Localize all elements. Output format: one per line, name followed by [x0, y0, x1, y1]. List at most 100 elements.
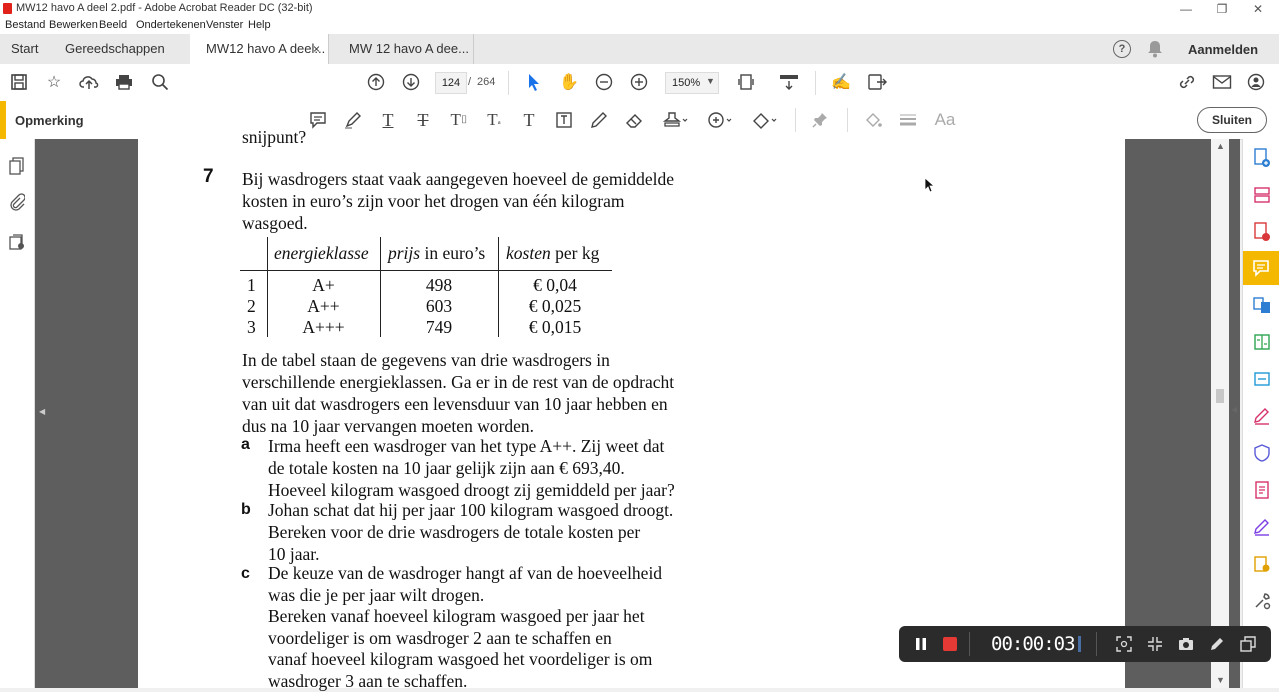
chevron-down-icon: ▼: [706, 76, 715, 86]
protect-shield-icon[interactable]: [1251, 442, 1273, 464]
compare-files-icon[interactable]: [1251, 331, 1273, 353]
scrollbar-thumb[interactable]: [1216, 389, 1224, 403]
next-page-icon[interactable]: [400, 71, 422, 93]
text-properties-icon[interactable]: Aa: [932, 109, 958, 131]
zoom-out-icon[interactable]: [593, 71, 615, 93]
minimize-widget-icon[interactable]: [1147, 636, 1163, 655]
select-cursor-icon[interactable]: [523, 71, 545, 93]
comment-tool-active[interactable]: [1243, 251, 1279, 285]
table-cell: 1: [247, 275, 256, 295]
share-user-icon[interactable]: [1246, 71, 1268, 93]
menu-help[interactable]: Help: [248, 19, 271, 31]
eraser-icon[interactable]: [623, 109, 645, 131]
email-icon[interactable]: [1211, 71, 1233, 93]
title-bar: MW12 havo A deel 2.pdf - Adobe Acrobat R…: [0, 0, 1279, 18]
tab-close-icon[interactable]: ×: [313, 34, 320, 64]
comment-mode-label: Opmerking: [15, 113, 84, 128]
tab-document-active[interactable]: MW12 havo A deel... ×: [190, 34, 328, 64]
export-pdf-icon[interactable]: [1251, 221, 1273, 243]
annotate-pen-icon[interactable]: [1209, 636, 1225, 655]
page-separator: /: [468, 76, 472, 88]
underline-text-icon[interactable]: T: [377, 109, 399, 131]
shapes-tool-icon[interactable]: [750, 109, 780, 131]
previous-page-icon[interactable]: [365, 71, 387, 93]
tab-divider: [473, 34, 474, 64]
menu-beeld[interactable]: Beeld: [99, 19, 127, 31]
scroll-up-icon[interactable]: ▲: [1216, 141, 1225, 151]
attachments-paperclip-icon[interactable]: [6, 191, 28, 213]
window-mode-icon[interactable]: [1240, 636, 1256, 655]
table-header: kosten per kg: [506, 243, 600, 263]
page-fit-icon[interactable]: [737, 71, 759, 93]
pin-icon[interactable]: [809, 109, 831, 131]
fill-color-icon[interactable]: [862, 109, 884, 131]
highlighter-icon[interactable]: [342, 109, 364, 131]
share-export-icon[interactable]: [866, 71, 888, 93]
pause-icon[interactable]: [915, 637, 927, 654]
capture-region-icon[interactable]: [1116, 636, 1132, 655]
maximize-button[interactable]: ❐: [1204, 0, 1240, 18]
minimize-button[interactable]: —: [1168, 0, 1204, 18]
strikethrough-text-icon[interactable]: T: [412, 109, 434, 131]
send-for-signature-icon[interactable]: [1251, 516, 1273, 538]
notifications-bell-icon[interactable]: [1147, 40, 1163, 61]
paragraph-line: dus na 10 jaar vervangen moeten worden.: [242, 416, 535, 436]
zoom-select[interactable]: 150% ▼: [665, 72, 719, 94]
collapse-left-pane-icon[interactable]: ◀: [39, 407, 45, 416]
stop-recording-icon[interactable]: [943, 637, 957, 651]
more-tools-icon[interactable]: [1251, 590, 1273, 612]
vertical-scrollbar[interactable]: ▲ ▼: [1211, 139, 1229, 688]
tab-tools[interactable]: Gereedschappen: [65, 34, 175, 64]
add-text-icon[interactable]: T: [518, 109, 540, 131]
sign-in-link[interactable]: Aanmelden: [1188, 42, 1258, 57]
right-tools-pane: [1242, 139, 1279, 688]
line-weight-icon[interactable]: [897, 109, 919, 131]
create-pdf-icon[interactable]: [1251, 147, 1273, 169]
insert-text-icon[interactable]: Tₐ: [483, 109, 505, 131]
scroll-mode-icon[interactable]: [778, 71, 800, 93]
pencil-draw-icon[interactable]: [588, 109, 610, 131]
link-icon[interactable]: [1176, 71, 1198, 93]
help-icon[interactable]: ?: [1113, 40, 1131, 58]
page-number-input[interactable]: 124: [435, 72, 467, 94]
close-window-button[interactable]: ✕: [1240, 0, 1276, 18]
intro-line: Bij wasdrogers staat vaak aangegeven hoe…: [242, 169, 674, 189]
camera-screenshot-icon[interactable]: [1178, 636, 1194, 655]
print-icon[interactable]: [113, 71, 135, 93]
signatures-panel-icon[interactable]: [6, 231, 28, 253]
fill-sign-icon[interactable]: ✍: [830, 71, 852, 93]
organize-pages-icon[interactable]: [1251, 184, 1273, 206]
menu-bewerken[interactable]: Bewerken: [49, 19, 98, 31]
expand-right-pane-icon[interactable]: ◀: [1231, 405, 1237, 414]
data-table: energieklasse prijs in euro’s kosten per…: [240, 237, 612, 337]
text-box-icon[interactable]: [553, 109, 575, 131]
replace-text-icon[interactable]: T ⌷: [448, 109, 470, 131]
combine-files-icon[interactable]: [1251, 294, 1273, 316]
toolbar-divider: [815, 71, 816, 95]
bookmark-star-icon[interactable]: ☆: [43, 71, 65, 93]
fill-and-sign-icon[interactable]: [1251, 405, 1273, 427]
tab-divider: [328, 34, 329, 64]
request-signatures-icon[interactable]: [1251, 553, 1273, 575]
menu-bestand[interactable]: Bestand: [5, 19, 45, 31]
sticky-note-icon[interactable]: [307, 109, 329, 131]
attach-file-icon[interactable]: [705, 109, 735, 131]
page-thumbnails-icon[interactable]: [6, 155, 28, 177]
scan-ocr-icon[interactable]: [1251, 368, 1273, 390]
tab-start[interactable]: Start: [11, 34, 51, 64]
cloud-upload-icon[interactable]: [78, 71, 100, 93]
tab-document-2[interactable]: MW 12 havo A dee...: [349, 34, 469, 64]
zoom-in-icon[interactable]: [628, 71, 650, 93]
menu-ondertekenen[interactable]: Ondertekenen: [136, 19, 206, 31]
scroll-down-icon[interactable]: ▼: [1216, 675, 1225, 685]
stamp-icon[interactable]: [661, 109, 691, 131]
close-comment-button[interactable]: Sluiten: [1197, 107, 1267, 133]
comment-accent-bar: [0, 101, 6, 139]
save-icon[interactable]: [8, 71, 30, 93]
question-number: 7: [203, 166, 214, 187]
intro-line: kosten in euro’s zijn voor het drogen va…: [242, 191, 625, 211]
edit-pdf-icon[interactable]: [1251, 479, 1273, 501]
hand-tool-icon[interactable]: ✋: [558, 71, 580, 93]
menu-venster[interactable]: Venster: [206, 19, 243, 31]
search-zoom-icon[interactable]: [149, 71, 171, 93]
